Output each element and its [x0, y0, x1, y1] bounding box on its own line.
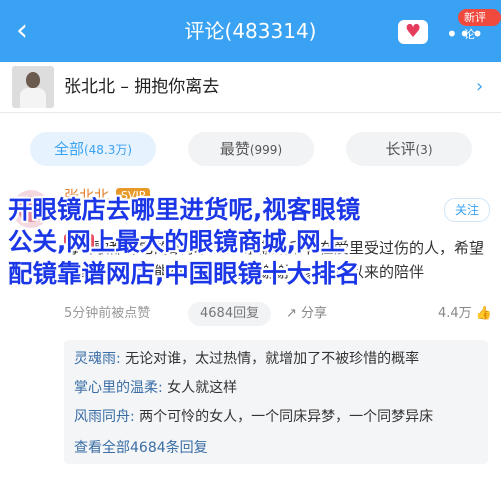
reply-button[interactable]: 4684回复 [188, 302, 272, 326]
chevron-right-icon: › [476, 76, 484, 97]
overlay-ad-text: 开眼镜店去哪里进货呢,视客眼镜 公关,网上最大的眼镜商城,网上 配镜靠谱网店,中… [8, 195, 361, 288]
comment-meta: 5分钟前被点赞 4684回复 ↗ 分享 4.4万 👍 [64, 302, 492, 326]
view-all-replies-link[interactable]: 查看全部4684条回复 [74, 437, 208, 459]
reply-item[interactable]: 风雨同舟: 两个可怜的女人，一个同床异梦，一个同梦异床 [74, 406, 478, 428]
like-button[interactable]: 4.4万 👍 [438, 302, 492, 326]
heart-icon: ♥ [405, 21, 422, 42]
share-button[interactable]: ↗ 分享 [286, 302, 327, 326]
top-bar: ‹ 评论(483314) ♥ ••• 新评论 [0, 0, 501, 62]
new-comment-badge: 新评论 [458, 9, 501, 41]
tab-all[interactable]: 全部(48.3万) [30, 132, 156, 166]
tab-top[interactable]: 最赞(999) [188, 132, 314, 166]
song-bar[interactable]: 张北北 – 拥抱你离去 › [0, 62, 501, 112]
tab-long[interactable]: 长评(3) [346, 132, 472, 166]
comment-time: 5分钟前被点赞 [64, 306, 151, 321]
reply-list: 灵魂雨: 无论对谁，太过热情，就增加了不被珍惜的概率 掌心里的温柔: 女人就这样… [64, 340, 488, 464]
heart-button[interactable]: ♥ [398, 20, 428, 44]
reply-item[interactable]: 掌心里的温柔: 女人就这样 [74, 377, 478, 399]
song-cover [12, 66, 54, 108]
sort-tabs: 全部(48.3万) 最赞(999) 长评(3) [0, 112, 501, 177]
song-title: 张北北 – 拥抱你离去 [64, 77, 220, 97]
reply-item[interactable]: 灵魂雨: 无论对谁，太过热情，就增加了不被珍惜的概率 [74, 348, 478, 370]
